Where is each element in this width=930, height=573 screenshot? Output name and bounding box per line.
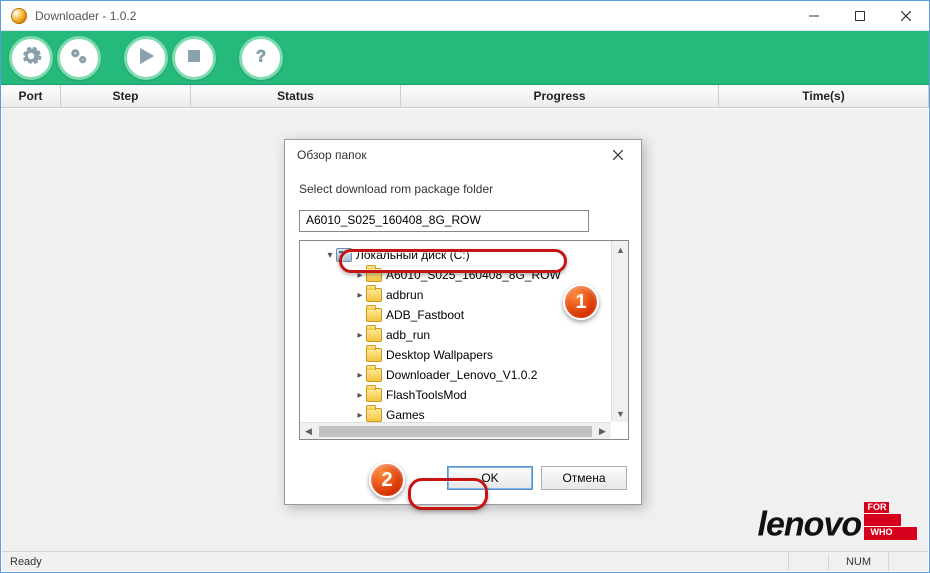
app-window: Downloader - 1.0.2 bbox=[0, 0, 930, 573]
settings-button[interactable] bbox=[9, 36, 53, 80]
status-num: NUM bbox=[828, 554, 888, 570]
folder-icon bbox=[366, 268, 382, 282]
stop-button[interactable] bbox=[172, 36, 216, 80]
col-progress[interactable]: Progress bbox=[401, 85, 719, 107]
folder-icon bbox=[366, 388, 382, 402]
chevron-right-icon[interactable]: ▸ bbox=[354, 330, 366, 341]
dialog-title: Обзор папок bbox=[297, 148, 367, 162]
folder-icon bbox=[366, 348, 382, 362]
lenovo-watermark: lenovo FOR THOSE WHO DO. bbox=[697, 502, 917, 544]
start-button[interactable] bbox=[124, 36, 168, 80]
tree-folder[interactable]: ▸adb_run bbox=[306, 325, 611, 345]
tree-folder[interactable]: ▸Downloader_Lenovo_V1.0.2 bbox=[306, 365, 611, 385]
gears-icon bbox=[68, 45, 90, 70]
tree-folder[interactable]: Desktop Wallpapers bbox=[306, 345, 611, 365]
help-icon: ? bbox=[250, 45, 272, 70]
dialog-close-button[interactable] bbox=[603, 140, 633, 170]
scroll-down-icon[interactable]: ▼ bbox=[612, 405, 629, 422]
folder-icon bbox=[366, 328, 382, 342]
folder-icon bbox=[366, 408, 382, 422]
stop-icon bbox=[183, 45, 205, 70]
close-button[interactable] bbox=[883, 1, 929, 30]
chevron-right-icon[interactable]: ▸ bbox=[354, 410, 366, 421]
status-ready: Ready bbox=[2, 556, 50, 568]
statusbar: Ready NUM bbox=[2, 551, 928, 571]
scroll-thumb[interactable] bbox=[319, 426, 592, 437]
browse-folder-dialog: Обзор папок Select download rom package … bbox=[284, 139, 642, 505]
chevron-right-icon[interactable]: ▸ bbox=[354, 270, 366, 281]
scrollbar-horizontal[interactable]: ◀ ▶ bbox=[300, 422, 611, 439]
folder-icon bbox=[366, 308, 382, 322]
tree-drive[interactable]: ▾ Локальный диск (C:) bbox=[306, 245, 611, 265]
dialog-instruction: Select download rom package folder bbox=[299, 182, 627, 196]
ok-button[interactable]: OK bbox=[447, 466, 533, 490]
gear-icon bbox=[20, 45, 42, 70]
window-title: Downloader - 1.0.2 bbox=[35, 9, 791, 23]
scroll-left-icon[interactable]: ◀ bbox=[300, 423, 317, 440]
table-header: Port Step Status Progress Time(s) bbox=[1, 85, 929, 108]
scroll-up-icon[interactable]: ▲ bbox=[612, 241, 629, 258]
folder-tree[interactable]: ▾ Локальный диск (C:) ▸A6010_S025_160408… bbox=[299, 240, 629, 440]
maximize-button[interactable] bbox=[837, 1, 883, 30]
tree-folder[interactable]: ▸A6010_S025_160408_8G_ROW bbox=[306, 265, 611, 285]
cancel-button[interactable]: Отмена bbox=[541, 466, 627, 490]
scroll-right-icon[interactable]: ▶ bbox=[594, 423, 611, 440]
drive-icon bbox=[336, 248, 352, 262]
window-controls bbox=[791, 1, 929, 30]
dialog-titlebar: Обзор папок bbox=[285, 140, 641, 170]
col-status[interactable]: Status bbox=[191, 85, 401, 107]
titlebar: Downloader - 1.0.2 bbox=[1, 1, 929, 31]
selected-folder-field[interactable]: A6010_S025_160408_8G_ROW bbox=[299, 210, 589, 232]
lenovo-tagline: FOR THOSE WHO DO. bbox=[864, 502, 917, 541]
config-button[interactable] bbox=[57, 36, 101, 80]
folder-icon bbox=[366, 288, 382, 302]
annotation-badge-1: 1 bbox=[563, 284, 599, 320]
tree-folder[interactable]: ▸FlashToolsMod bbox=[306, 385, 611, 405]
app-icon bbox=[11, 8, 27, 24]
chevron-right-icon[interactable]: ▸ bbox=[354, 290, 366, 301]
chevron-down-icon[interactable]: ▾ bbox=[324, 250, 336, 261]
col-time[interactable]: Time(s) bbox=[719, 85, 929, 107]
col-port[interactable]: Port bbox=[1, 85, 61, 107]
chevron-right-icon[interactable]: ▸ bbox=[354, 370, 366, 381]
play-icon bbox=[135, 45, 157, 70]
minimize-button[interactable] bbox=[791, 1, 837, 30]
help-button[interactable]: ? bbox=[239, 36, 283, 80]
svg-text:?: ? bbox=[256, 48, 266, 66]
chevron-right-icon[interactable]: ▸ bbox=[354, 390, 366, 401]
toolbar: ? bbox=[1, 31, 929, 85]
lenovo-logo: lenovo bbox=[758, 505, 862, 543]
folder-icon bbox=[366, 368, 382, 382]
scrollbar-vertical[interactable]: ▲ ▼ bbox=[611, 241, 628, 422]
annotation-badge-2: 2 bbox=[369, 462, 405, 498]
col-step[interactable]: Step bbox=[61, 85, 191, 107]
